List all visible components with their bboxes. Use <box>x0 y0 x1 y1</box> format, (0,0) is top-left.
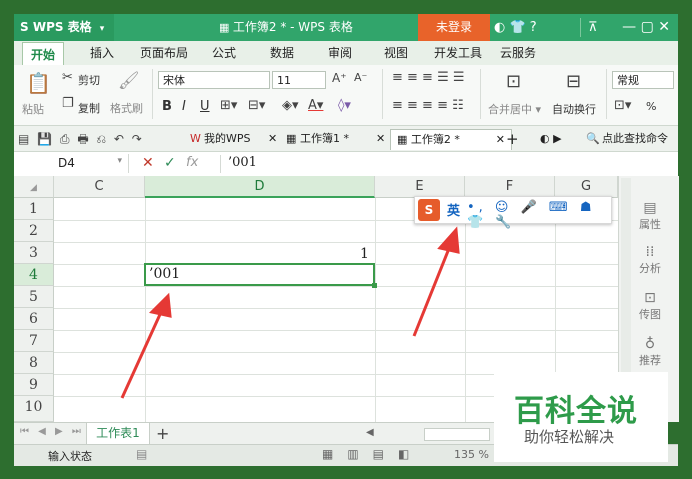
arrow-to-cell <box>120 309 164 399</box>
arrow-head <box>437 226 460 254</box>
watermark-subtitle: 助你轻松解决 <box>524 428 615 446</box>
watermark-title: 百科全说 <box>514 394 638 429</box>
arrow-head <box>149 292 172 318</box>
arrow-to-ime <box>412 245 452 337</box>
watermark-logo: 百科全说 助你轻松解决 <box>494 372 668 462</box>
